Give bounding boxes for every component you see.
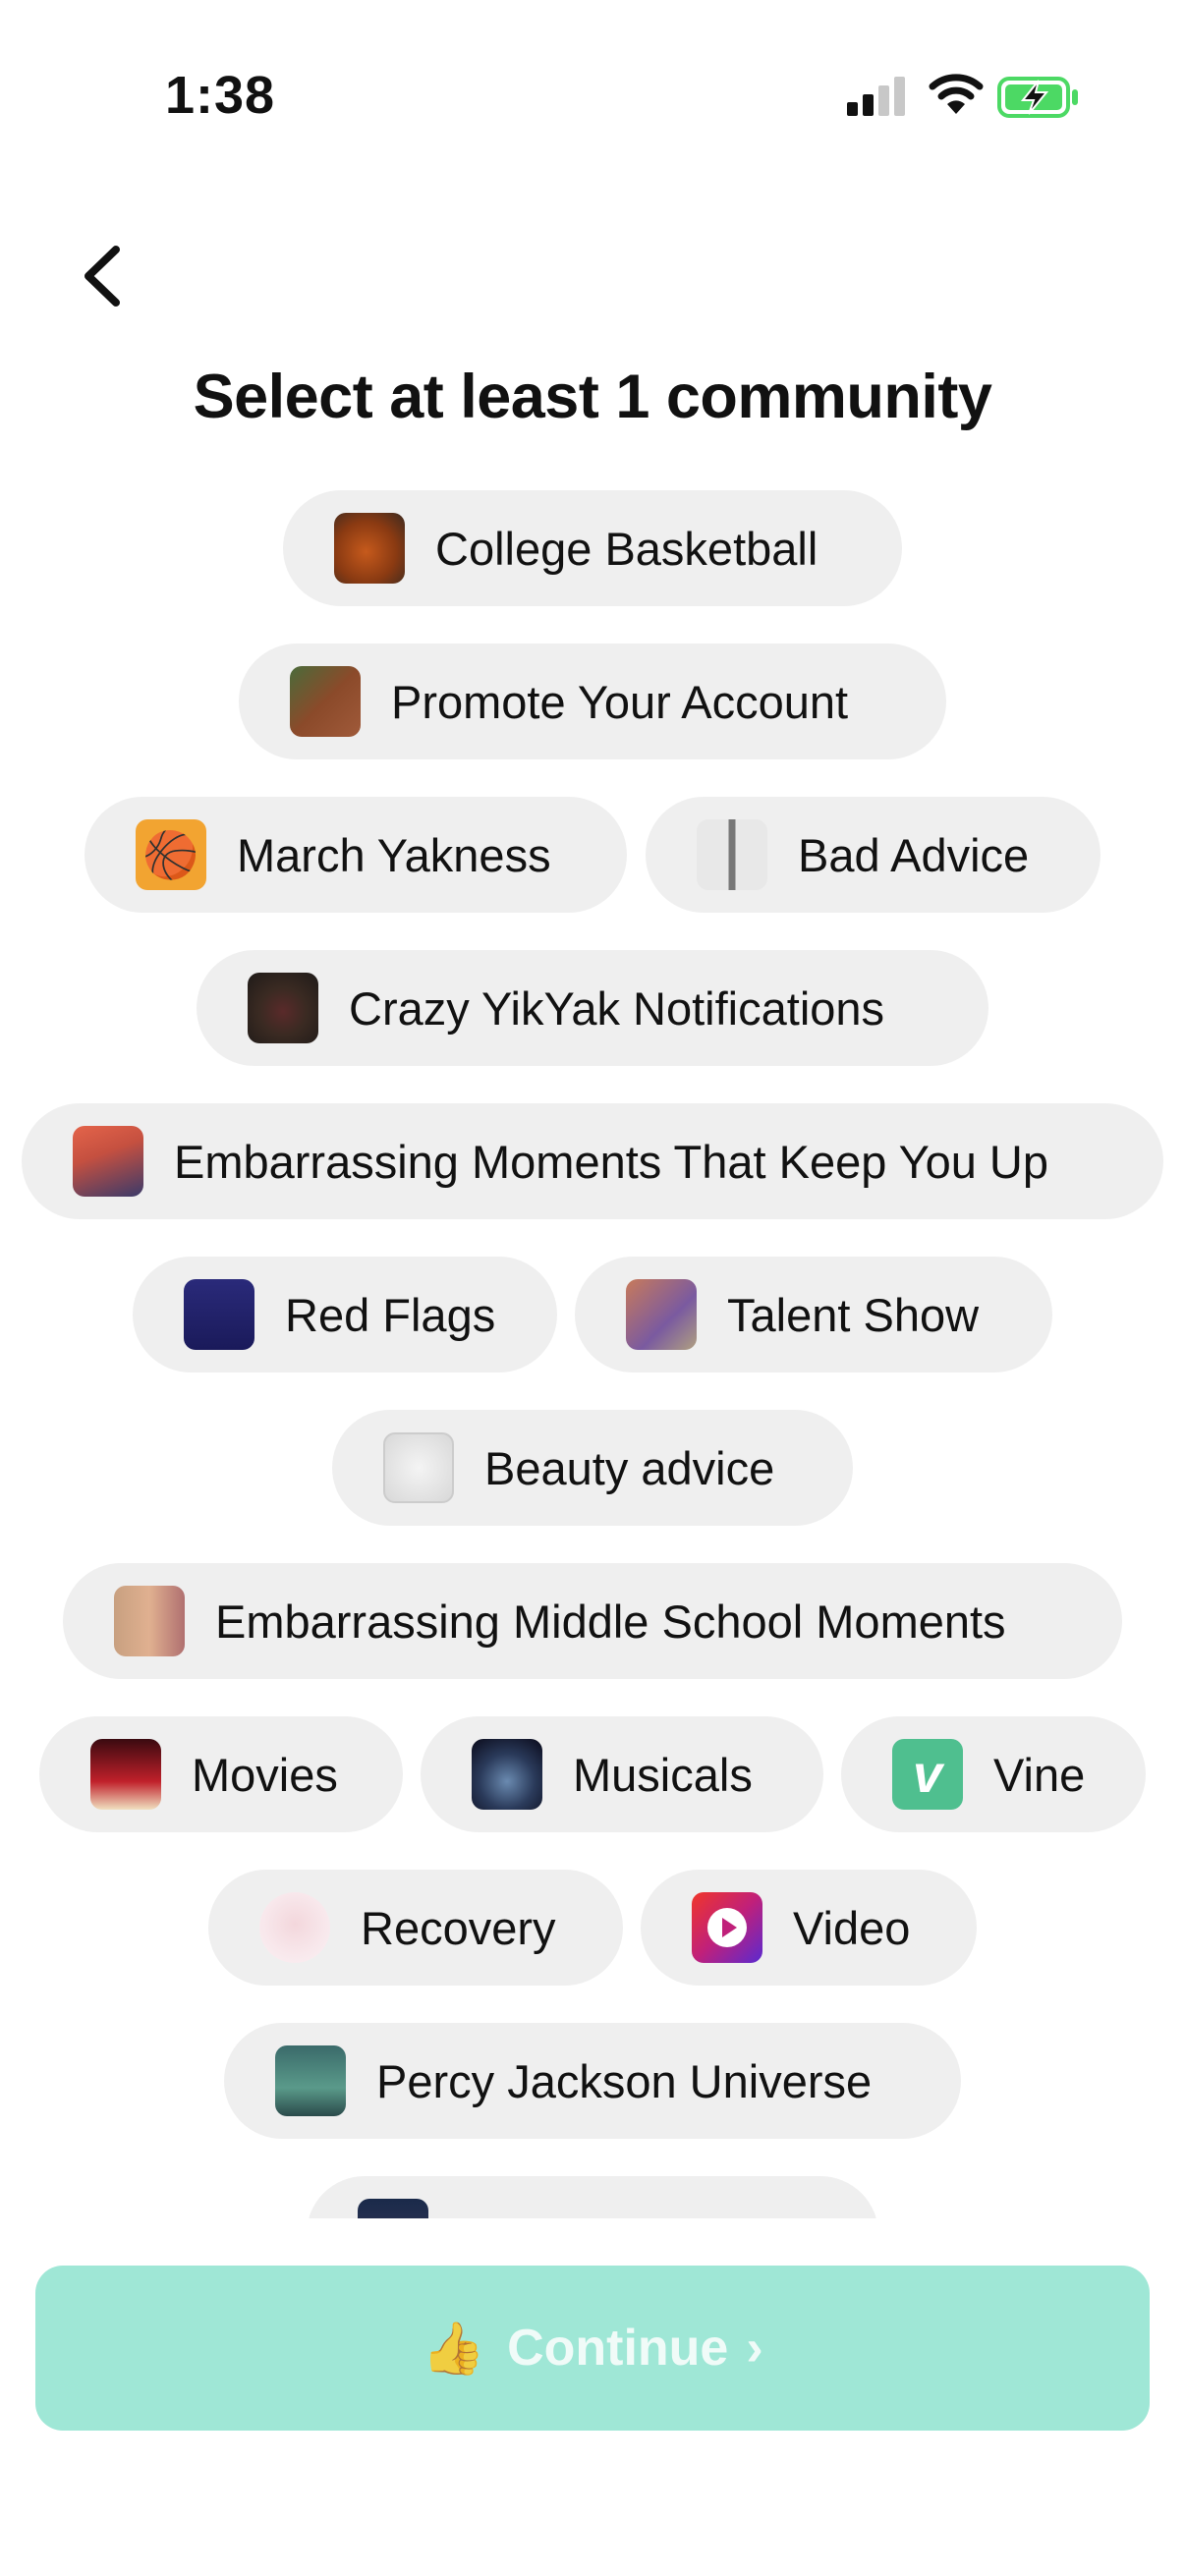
community-chip-musicals[interactable]: Musicals [421, 1716, 823, 1832]
community-chip-movies[interactable]: Movies [39, 1716, 403, 1832]
basketball-emoji-thumbnail: 🏀 [136, 819, 206, 890]
video-play-icon [692, 1892, 762, 1963]
community-chip-partial[interactable] [307, 2176, 878, 2220]
chevron-right-icon: › [746, 2320, 763, 2377]
community-label: Recovery [361, 1901, 556, 1954]
community-label: Crazy YikYak Notifications [349, 981, 885, 1035]
screaming-face-thumbnail [248, 973, 318, 1043]
community-chip-college-basketball[interactable]: College Basketball [283, 490, 902, 606]
makeup-tools-thumbnail [383, 1432, 454, 1503]
community-label: Vine [993, 1748, 1086, 1801]
community-label: Percy Jackson Universe [376, 2054, 873, 2107]
signpost-thumbnail [697, 819, 767, 890]
community-label: Beauty advice [484, 1441, 775, 1494]
vine-logo-icon: v [892, 1739, 963, 1810]
community-chip-bad-advice[interactable]: Bad Advice [646, 797, 1100, 913]
recovery-illustration-thumbnail [259, 1892, 330, 1963]
community-label: Musicals [573, 1748, 753, 1801]
flag-character-thumbnail [184, 1279, 254, 1350]
popcorn-thumbnail [90, 1739, 161, 1810]
stage-thumbnail [472, 1739, 542, 1810]
community-chip-beauty-advice[interactable]: Beauty advice [332, 1410, 853, 1526]
community-chip-promote-your-account[interactable]: Promote Your Account [239, 644, 946, 759]
community-chip-red-flags[interactable]: Red Flags [133, 1257, 557, 1372]
community-label: Bad Advice [798, 828, 1030, 881]
community-chip-video[interactable]: Video [641, 1870, 977, 1986]
percy-jackson-thumbnail [275, 2045, 346, 2116]
community-chip-recovery[interactable]: Recovery [208, 1870, 623, 1986]
community-label: Video [793, 1901, 911, 1954]
continue-label: Continue [507, 2320, 729, 2377]
community-chip-march-yakness[interactable]: 🏀 March Yakness [85, 797, 627, 913]
community-label: Embarrassing Moments That Keep You Up [174, 1135, 1049, 1188]
community-label: Red Flags [285, 1288, 496, 1341]
friends-thumbnail [114, 1586, 185, 1656]
community-chip-embarrassing-moments[interactable]: Embarrassing Moments That Keep You Up [22, 1103, 1163, 1219]
community-label: March Yakness [237, 828, 551, 881]
community-thumbnail [358, 2199, 428, 2220]
thumbs-up-icon: 👍 [422, 2320, 486, 2378]
continue-button[interactable]: 👍 Continue › [35, 2266, 1150, 2431]
community-chip-embarrassing-middle-school[interactable]: Embarrassing Middle School Moments [63, 1563, 1122, 1679]
community-chip-percy-jackson-universe[interactable]: Percy Jackson Universe [224, 2023, 961, 2139]
community-label: Talent Show [727, 1288, 980, 1341]
community-chip-crazy-yikyak-notifications[interactable]: Crazy YikYak Notifications [197, 950, 988, 1066]
bottom-action-panel: 👍 Continue › [0, 2218, 1185, 2576]
performer-thumbnail [626, 1279, 697, 1350]
community-label: Movies [192, 1748, 338, 1801]
community-chip-talent-show[interactable]: Talent Show [575, 1257, 1052, 1372]
community-label: Promote Your Account [391, 675, 849, 728]
community-label: Embarrassing Middle School Moments [215, 1595, 1006, 1648]
person-thumbnail [73, 1126, 143, 1197]
community-chip-vine[interactable]: v Vine [841, 1716, 1146, 1832]
community-list: College Basketball Promote Your Account … [0, 0, 1185, 2220]
community-label: College Basketball [435, 522, 818, 575]
character-thumbnail [290, 666, 361, 737]
basketball-thumbnail [334, 513, 405, 584]
